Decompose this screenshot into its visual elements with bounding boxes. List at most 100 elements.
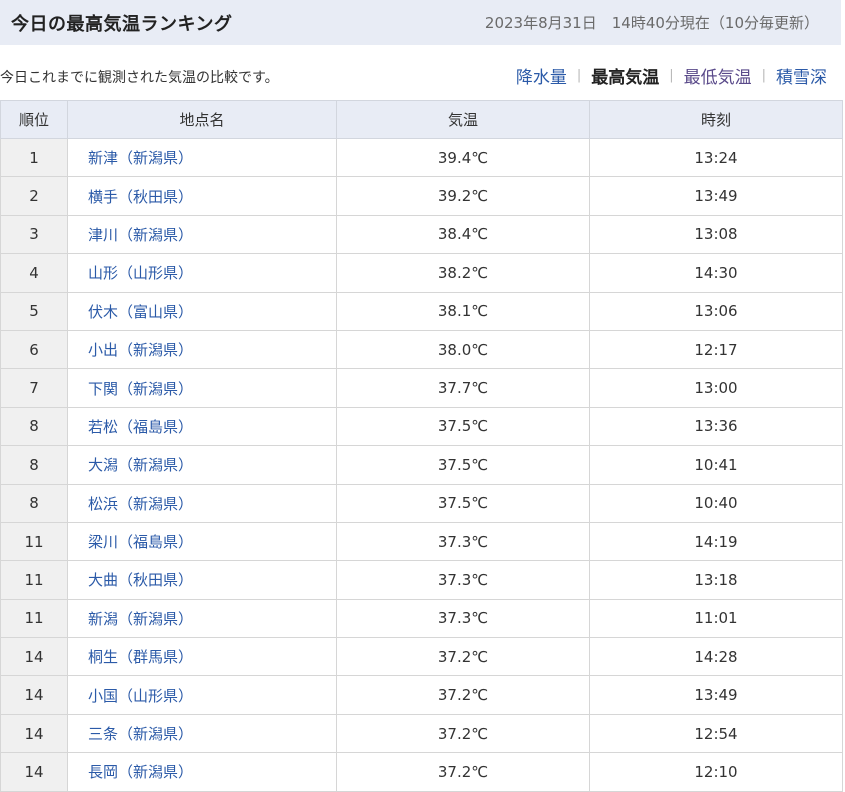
tab-snow-depth[interactable]: 積雪深 [776, 63, 827, 88]
temperature-cell: 38.1℃ [336, 291, 590, 331]
tab-precipitation[interactable]: 降水量 [516, 63, 567, 88]
table-row: 4 山形（山形県） 38.2℃ 14:30 [0, 253, 843, 293]
location-link[interactable]: 新潟（新潟県） [88, 610, 193, 628]
rank-cell: 11 [0, 598, 68, 639]
location-link[interactable]: 津川（新潟県） [88, 226, 193, 244]
location-link[interactable]: 若松（福島県） [88, 418, 193, 436]
table-row: 8 松浜（新潟県） 37.5℃ 10:40 [0, 483, 843, 523]
table-row: 11 新潟（新潟県） 37.3℃ 11:01 [0, 598, 843, 639]
location-link[interactable]: 横手（秋田県） [88, 188, 193, 206]
rank-cell: 4 [0, 253, 68, 293]
table-row: 11 梁川（福島県） 37.3℃ 14:19 [0, 521, 843, 562]
location-cell: 小出（新潟県） [67, 329, 337, 370]
temperature-cell: 37.2℃ [336, 752, 590, 792]
title-bar: 今日の最高気温ランキング 2023年8月31日 14時40分現在（10分毎更新） [0, 0, 841, 46]
location-cell: 津川（新潟県） [67, 214, 337, 255]
location-link[interactable]: 小国（山形県） [88, 687, 193, 705]
location-cell: 大潟（新潟県） [67, 445, 337, 485]
time-cell: 14:30 [589, 253, 843, 293]
rank-cell: 11 [0, 560, 68, 600]
location-cell: 小国（山形県） [67, 675, 337, 715]
location-link[interactable]: 桐生（群馬県） [88, 648, 193, 666]
time-cell: 13:18 [589, 560, 843, 600]
location-link[interactable]: 小出（新潟県） [88, 341, 193, 359]
description-text: 今日これまでに観測された気温の比較です。 [0, 70, 279, 86]
location-cell: 横手（秋田県） [67, 176, 337, 216]
rank-cell: 6 [0, 329, 68, 370]
time-cell: 10:40 [589, 483, 843, 523]
location-link[interactable]: 下関（新潟県） [88, 380, 193, 398]
time-cell: 13:24 [589, 137, 843, 178]
location-cell: 新潟（新潟県） [67, 598, 337, 639]
table-row: 14 三条（新潟県） 37.2℃ 12:54 [0, 713, 843, 754]
location-link[interactable]: 大潟（新潟県） [88, 456, 193, 474]
rank-cell: 3 [0, 214, 68, 255]
time-cell: 12:10 [589, 752, 843, 792]
time-cell: 13:49 [589, 176, 843, 216]
column-header-temperature: 気温 [336, 100, 590, 139]
rank-cell: 5 [0, 291, 68, 331]
location-link[interactable]: 伏木（富山県） [88, 303, 193, 321]
table-row: 7 下関（新潟県） 37.7℃ 13:00 [0, 368, 843, 408]
time-cell: 14:19 [589, 521, 843, 562]
column-header-rank: 順位 [0, 100, 68, 139]
location-link[interactable]: 長岡（新潟県） [88, 763, 193, 781]
table-row: 8 若松（福島県） 37.5℃ 13:36 [0, 406, 843, 447]
table-row: 3 津川（新潟県） 38.4℃ 13:08 [0, 214, 843, 255]
location-link[interactable]: 大曲（秋田県） [88, 571, 193, 589]
location-cell: 桐生（群馬県） [67, 637, 337, 677]
table-row: 8 大潟（新潟県） 37.5℃ 10:41 [0, 445, 843, 485]
location-cell: 三条（新潟県） [67, 713, 337, 754]
time-cell: 13:00 [589, 368, 843, 408]
temperature-cell: 37.2℃ [336, 637, 590, 677]
temperature-cell: 38.0℃ [336, 329, 590, 370]
location-cell: 新津（新潟県） [67, 137, 337, 178]
rank-cell: 8 [0, 445, 68, 485]
rank-cell: 11 [0, 521, 68, 562]
temperature-cell: 38.2℃ [336, 253, 590, 293]
rank-cell: 14 [0, 713, 68, 754]
rank-cell: 8 [0, 406, 68, 447]
temperature-cell: 37.3℃ [336, 521, 590, 562]
temperature-cell: 37.5℃ [336, 406, 590, 447]
table-header-row: 順位 地点名 気温 時刻 [0, 100, 843, 139]
tab-separator: | [761, 68, 766, 83]
column-header-location: 地点名 [67, 100, 337, 139]
table-row: 2 横手（秋田県） 39.2℃ 13:49 [0, 176, 843, 216]
table-row: 14 長岡（新潟県） 37.2℃ 12:10 [0, 752, 843, 792]
time-cell: 13:08 [589, 214, 843, 255]
temperature-cell: 37.2℃ [336, 713, 590, 754]
location-link[interactable]: 山形（山形県） [88, 264, 193, 282]
temperature-cell: 39.4℃ [336, 137, 590, 178]
temperature-cell: 39.2℃ [336, 176, 590, 216]
table-row: 6 小出（新潟県） 38.0℃ 12:17 [0, 329, 843, 370]
rank-cell: 1 [0, 137, 68, 178]
tab-min-temperature[interactable]: 最低気温 [684, 63, 752, 88]
ranking-table-body: 1 新津（新潟県） 39.4℃ 13:24 2 横手（秋田県） 39.2℃ 13:49 3 津川（… [0, 137, 843, 792]
table-row: 14 桐生（群馬県） 37.2℃ 14:28 [0, 637, 843, 677]
temperature-cell: 37.3℃ [336, 598, 590, 639]
time-cell: 13:49 [589, 675, 843, 715]
location-cell: 山形（山形県） [67, 253, 337, 293]
ranking-tabs: 降水量 | 最高気温 | 最低気温 | 積雪深 [516, 63, 827, 88]
time-cell: 12:54 [589, 713, 843, 754]
temperature-cell: 38.4℃ [336, 214, 590, 255]
subheader: 今日これまでに観測された気温の比較です。 降水量 | 最高気温 | 最低気温 |… [0, 60, 841, 90]
location-link[interactable]: 新津（新潟県） [88, 149, 193, 167]
rank-cell: 14 [0, 675, 68, 715]
temperature-cell: 37.5℃ [336, 483, 590, 523]
time-cell: 10:41 [589, 445, 843, 485]
temperature-cell: 37.3℃ [336, 560, 590, 600]
tab-max-temperature[interactable]: 最高気温 [591, 63, 659, 88]
location-cell: 伏木（富山県） [67, 291, 337, 331]
location-link[interactable]: 梁川（福島県） [88, 533, 193, 551]
temperature-cell: 37.2℃ [336, 675, 590, 715]
table-row: 5 伏木（富山県） 38.1℃ 13:06 [0, 291, 843, 331]
page-title: 今日の最高気温ランキング [11, 14, 233, 35]
rank-cell: 14 [0, 752, 68, 792]
location-cell: 下関（新潟県） [67, 368, 337, 408]
location-link[interactable]: 松浜（新潟県） [88, 495, 193, 513]
rank-cell: 7 [0, 368, 68, 408]
time-cell: 13:36 [589, 406, 843, 447]
location-link[interactable]: 三条（新潟県） [88, 725, 193, 743]
